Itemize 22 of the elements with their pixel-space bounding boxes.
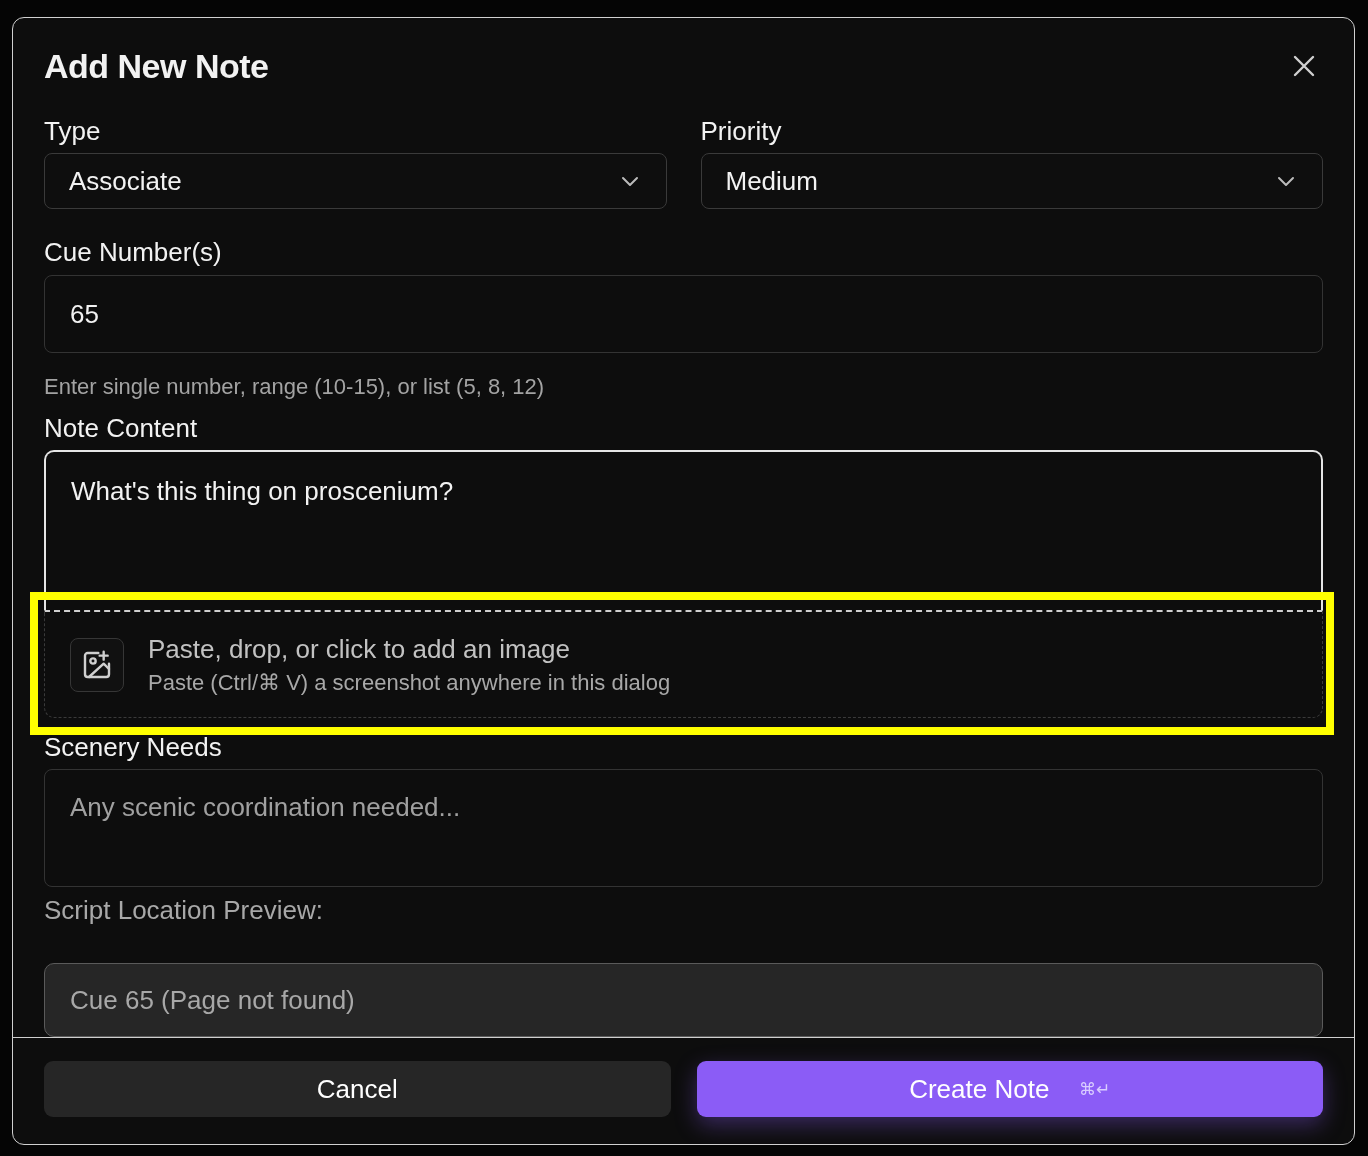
- create-button[interactable]: Create Note ⌘↵: [696, 1061, 1323, 1117]
- field-label: Cue Number(s): [44, 237, 222, 267]
- text-area[interactable]: Any scenic coordination needed...: [44, 769, 1323, 887]
- preview-field: Cue 65 (Page not found): [44, 963, 1323, 1037]
- input-field[interactable]: 65: [44, 275, 1323, 353]
- field-label: Priority: [700, 116, 782, 146]
- select-field[interactable]: Associate: [44, 153, 667, 209]
- image-drop-zone[interactable]: Paste, drop, or click to add an image Paste (Ctrl/⌘ V) a screenshot anywhere in this dialog: [44, 610, 1323, 718]
- field-label: Scenery Needs: [44, 732, 222, 762]
- shortcut-hint: ⌘↵: [1079, 1078, 1111, 1100]
- field-label: Note Content: [44, 413, 198, 443]
- drop-zone-title: Paste, drop, or click to add an image: [148, 632, 570, 665]
- field-label: Type: [44, 116, 101, 146]
- dialog-title: Add New Note: [44, 46, 269, 86]
- text-area[interactable]: What's this thing on proscenium?: [44, 450, 1323, 610]
- field-label: Script Location Preview:: [44, 895, 323, 925]
- cancel-button[interactable]: Cancel: [44, 1061, 671, 1117]
- add-image-icon: [70, 637, 124, 692]
- helper-text: Enter single number, range (10-15), or list (5, 8, 12): [44, 373, 545, 401]
- close-icon[interactable]: [1291, 53, 1317, 79]
- drop-zone-hint: Paste (Ctrl/⌘ V) a screenshot anywhere in this dialog: [148, 668, 671, 697]
- select-field[interactable]: Medium: [700, 153, 1323, 209]
